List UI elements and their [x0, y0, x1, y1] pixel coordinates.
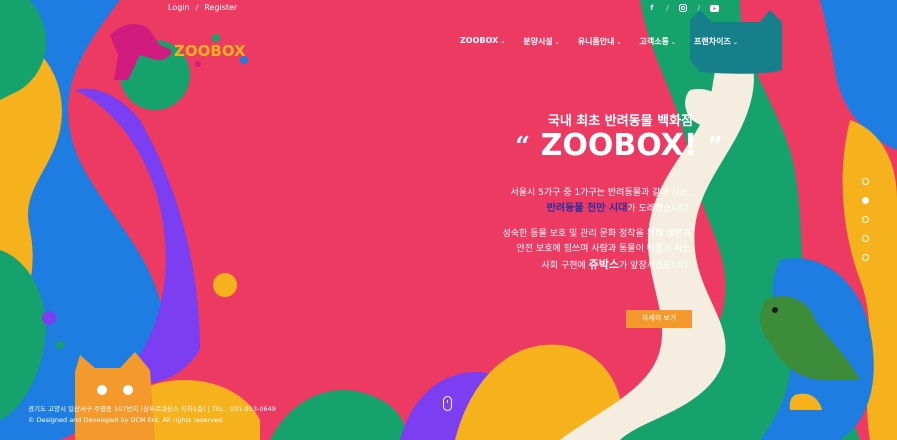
quote-open: “: [515, 132, 531, 162]
zoobox-logo-art: ZOOBOX: [174, 34, 248, 67]
logo-wordmark: ZOOBOX: [174, 42, 246, 60]
instagram-icon[interactable]: [679, 4, 688, 12]
para1-highlight: 반려동물 천만 시대: [546, 203, 628, 214]
social-divider: /: [666, 4, 669, 12]
nav-label: 유니폼안내: [577, 37, 615, 46]
slide-dot-3[interactable]: [862, 216, 869, 223]
youtube-icon[interactable]: [710, 4, 719, 12]
social-divider: /: [697, 4, 700, 12]
chevron-down-icon: ⌄: [500, 38, 506, 45]
footer-credit: © Designed and Developed by DCM Ent. All…: [28, 416, 225, 424]
nav-label: 고객소통: [639, 37, 669, 46]
para2-brand: 쥬박스: [588, 258, 620, 271]
slide-dot-4[interactable]: [862, 235, 869, 242]
scroll-wheel: [446, 400, 449, 403]
footer: 경기도 고양시 일산서구 주엽동 107번지 (삼부르네상스 지하1층) | T…: [28, 404, 276, 426]
chevron-down-icon: ⌄: [616, 39, 622, 46]
hero-paragraph-1: 서울시 5가구 중 1가구는 반려동물과 같이 사는, 반려동물 천만 시대가 …: [440, 186, 691, 217]
scroll-down-icon[interactable]: [443, 396, 452, 411]
footer-address: 경기도 고양시 일산서구 주엽동 107번지 (삼부르네상스 지하1층) | T…: [28, 405, 276, 413]
facebook-icon[interactable]: f: [647, 4, 656, 12]
nav-item-zoobox[interactable]: ZOOBOX ⌄: [460, 36, 505, 47]
para2-line3: 사회 구현에 쥬박스가 앞장서겠습니다.: [440, 257, 691, 274]
chevron-down-icon: ⌄: [671, 39, 677, 46]
quote-close: ”: [707, 132, 723, 162]
para1-line1: 서울시 5가구 중 1가구는 반려동물과 같이 사는,: [510, 188, 691, 198]
nav-item-uniform[interactable]: 유니폼안내 ⌄: [578, 36, 622, 47]
chevron-down-icon: ⌄: [732, 39, 738, 46]
nav-item-facilities[interactable]: 분양시설 ⌄: [523, 36, 559, 47]
para2-line1: 성숙한 동물 보호 및 관리 문화 정착을 위해 생명과: [502, 229, 692, 239]
para1-line2: 반려동물 천만 시대가 도래했습니다.: [440, 201, 691, 217]
hero-title-text: ZOOBOX!: [540, 128, 698, 163]
site-logo[interactable]: ZOOBOX: [88, 8, 273, 98]
slide-dot-5[interactable]: [862, 254, 869, 261]
slide-dot-1[interactable]: [862, 178, 869, 185]
nav-item-franchise[interactable]: 프랜차이즈 ⌄: [694, 36, 738, 47]
para1-tail: 가 도래했습니다.: [627, 204, 691, 214]
hero-stage: Login / Register f / / ZOOBOX ZOOBOX ⌄ 분양…: [0, 0, 897, 440]
nav-item-customer[interactable]: 고객소통 ⌄: [640, 36, 676, 47]
hero-subtitle: 국내 최초 반려동물 백화점: [547, 114, 693, 129]
para2-line3a: 사회 구현에: [541, 261, 589, 271]
hero-paragraph-2: 성숙한 동물 보호 및 관리 문화 정착을 위해 생명과 안전 보호에 힘쓰며 …: [440, 227, 692, 274]
hero-title: “ ZOOBOX! ”: [509, 128, 729, 163]
chevron-down-icon: ⌄: [554, 39, 560, 46]
nav-label: ZOOBOX: [460, 36, 499, 45]
slide-dot-2[interactable]: [862, 197, 869, 204]
nav-label: 분양시설: [523, 37, 553, 46]
nav-label: 프랜차이즈: [694, 37, 731, 46]
more-details-button[interactable]: 자세히 보기: [626, 310, 692, 328]
slider-pagination: [862, 178, 869, 261]
para2-line3b: 가 앞장서겠습니다.: [619, 261, 691, 271]
main-nav: ZOOBOX ⌄ 분양시설 ⌄ 유니폼안내 ⌄ 고객소통 ⌄ 프랜차이즈 ⌄: [460, 36, 738, 47]
social-links: f / /: [647, 4, 719, 12]
para2-line2: 안전 보호에 힘쓰며 사람과 동물이 더불어 사는: [516, 244, 692, 254]
